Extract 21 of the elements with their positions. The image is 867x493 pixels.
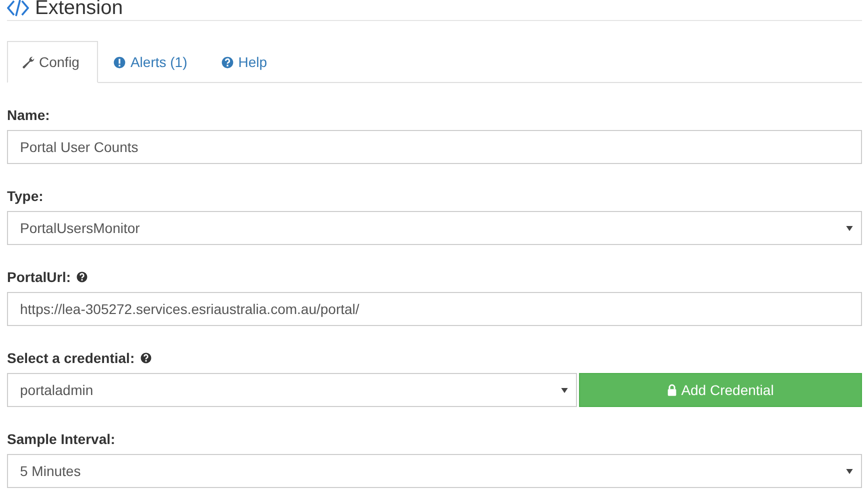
dropdown[interactable]: PortalUsersMonitor bbox=[7, 211, 862, 245]
dropdown[interactable]: 5 Minutes bbox=[7, 454, 862, 488]
lock-icon bbox=[667, 384, 678, 396]
caret-down-icon bbox=[561, 388, 568, 392]
caret-down-icon bbox=[846, 468, 853, 474]
wrench-icon bbox=[22, 56, 35, 68]
question-circle-icon bbox=[221, 56, 234, 68]
field-label: PortalUrl: bbox=[7, 269, 71, 285]
input-field[interactable]: Portal User Counts bbox=[7, 130, 862, 164]
field-label: Type: bbox=[7, 188, 44, 204]
caret-down-icon bbox=[846, 226, 853, 230]
tab[interactable]: Alerts (1) bbox=[98, 41, 206, 83]
tab[interactable]: Help bbox=[206, 41, 286, 83]
field-label: Name: bbox=[7, 107, 50, 123]
exclamation-circle-icon bbox=[113, 56, 126, 68]
field-label: Sample Interval: bbox=[7, 431, 116, 447]
tab[interactable]: Config bbox=[7, 41, 98, 83]
input-field[interactable]: https://lea-305272.services.esriaustralia.com.au/portal/ bbox=[7, 292, 862, 326]
code-icon bbox=[7, 0, 29, 18]
dropdown[interactable]: portaladmin bbox=[7, 373, 577, 407]
field-label: Select a credential: bbox=[7, 350, 135, 366]
